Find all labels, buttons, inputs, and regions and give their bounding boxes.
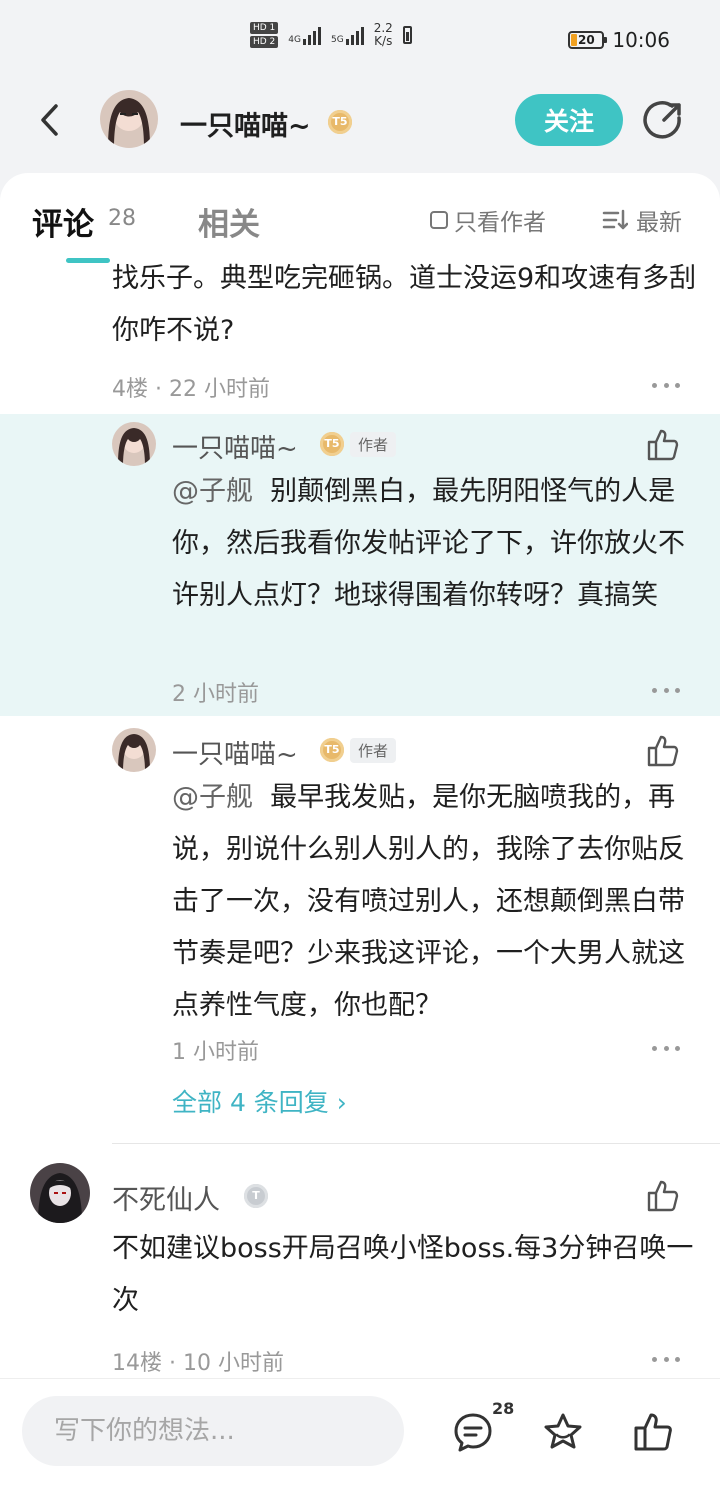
share-icon[interactable] (642, 100, 684, 142)
status-center: HD 1 HD 2 4G 5G 2.2 K/s (250, 22, 412, 48)
sort-icon (602, 209, 628, 230)
back-arrow-icon[interactable] (36, 102, 64, 138)
hd1-badge: HD 1 (250, 22, 279, 34)
follow-button[interactable]: 关注 (515, 94, 623, 146)
battery-level: 20 (578, 33, 595, 47)
reply-time: 1 小时前 (172, 1040, 259, 1065)
avatar[interactable] (100, 90, 158, 148)
checkbox-icon[interactable] (430, 211, 448, 229)
signal-5g: 5G (331, 25, 364, 45)
avatar[interactable] (112, 728, 156, 772)
reply-text: @子舰 别颠倒黑白，最先阴阳怪气的人是你，然后我看你发帖评论了下，许你放火不许别… (172, 466, 692, 622)
signal-bars-icon (303, 25, 321, 45)
author-tag: 作者 (350, 738, 397, 763)
level-badge-icon: T (244, 1184, 268, 1208)
comment-time: 22 小时前 (169, 377, 270, 402)
view-all-replies-link[interactable]: 全部 4 条回复 › (172, 1083, 347, 1119)
thumbs-up-icon[interactable] (632, 1411, 674, 1453)
sort-toggle[interactable]: 最新 (602, 203, 682, 237)
comment-meta: 14楼 · 10 小时前 (112, 1351, 284, 1376)
comment-count-badge: 28 (492, 1399, 515, 1418)
reply-body: 最早我发贴，是你无脑喷我的，再说，别说什么别人别人的，我除了去你贴反击了一次，没… (172, 782, 685, 1021)
reply-item: 一只喵喵~ T5 作者 @子舰 最早我发贴，是你无脑喷我的，再说，别说什么别人别… (0, 716, 720, 1076)
nav-bar: 一只喵喵~ T5 关注 (0, 88, 720, 152)
comment-time: 10 小时前 (183, 1351, 284, 1376)
clock: 10:06 (612, 28, 670, 52)
reply-text: @子舰 最早我发贴，是你无脑喷我的，再说，别说什么别人别人的，我除了去你贴反击了… (172, 772, 692, 1032)
like-icon[interactable] (646, 734, 680, 768)
status-right: 20 10:06 (568, 28, 670, 52)
tab-active-indicator (66, 258, 110, 263)
more-icon[interactable] (652, 688, 680, 694)
comments-sheet: 评论 28 相关 只看作者 最新 找乐子。典型吃完砸锅。道士没运9和攻速有多刮你… (0, 173, 720, 1378)
small-battery-icon (402, 26, 412, 44)
only-author-label: 只看作者 (454, 210, 546, 236)
hd2-badge: HD 2 (250, 36, 279, 48)
signal-4g: 4G (288, 25, 321, 45)
signal-bars-icon (345, 25, 364, 45)
status-bar: HD 1 HD 2 4G 5G 2.2 K/s 20 10:06 (0, 0, 720, 80)
speed-unit: K/s (374, 34, 393, 48)
net1-label: 4G (288, 35, 301, 45)
sort-label: 最新 (636, 210, 682, 236)
level-badge-icon: T5 (328, 110, 352, 134)
level-badge-icon: T5 (320, 738, 344, 762)
comment-meta: 4楼 · 22 小时前 (112, 377, 270, 402)
more-icon[interactable] (652, 1357, 680, 1363)
comment-text: 不如建议boss开局召唤小怪boss.每3分钟召唤一次 (112, 1233, 694, 1316)
comment-icon[interactable] (452, 1411, 494, 1453)
reply-author-name[interactable]: 一只喵喵~ (172, 428, 298, 465)
like-icon[interactable] (646, 428, 680, 462)
tab-related[interactable]: 相关 (198, 199, 260, 244)
net-speed: 2.2 K/s (374, 22, 393, 48)
avatar[interactable] (30, 1163, 90, 1223)
tab-comments-count: 28 (108, 206, 136, 231)
profile-name[interactable]: 一只喵喵~ (180, 104, 311, 143)
star-icon[interactable] (542, 1411, 584, 1453)
comment-input[interactable] (22, 1396, 404, 1466)
tab-bar: 评论 28 相关 只看作者 最新 (0, 173, 720, 263)
avatar[interactable] (112, 422, 156, 466)
net2-label: 5G (331, 35, 344, 45)
more-icon[interactable] (652, 1046, 680, 1052)
hd-indicators: HD 1 HD 2 (250, 22, 279, 48)
mention[interactable]: @子舰 (172, 782, 253, 813)
bottom-action-bar: 28 (0, 1378, 720, 1486)
floor-label: 14楼 (112, 1351, 162, 1376)
battery-icon: 20 (568, 31, 608, 49)
comment-author-name[interactable]: 不死仙人 (112, 1178, 220, 1217)
level-badge-icon: T5 (320, 432, 344, 456)
only-author-toggle[interactable]: 只看作者 (430, 203, 546, 237)
comment-text: 找乐子。典型吃完砸锅。道士没运9和攻速有多刮你咋不说? (112, 263, 697, 346)
reply-time: 2 小时前 (172, 682, 259, 707)
mention[interactable]: @子舰 (172, 476, 253, 507)
like-icon[interactable] (646, 1179, 680, 1213)
author-tag: 作者 (350, 432, 397, 457)
reply-author-name[interactable]: 一只喵喵~ (172, 734, 298, 771)
floor-label: 4楼 (112, 377, 148, 402)
more-icon[interactable] (652, 383, 680, 389)
reply-item: 一只喵喵~ T5 作者 @子舰 别颠倒黑白，最先阴阳怪气的人是你，然后我看你发帖… (0, 414, 720, 716)
divider (112, 1143, 720, 1144)
tab-comments[interactable]: 评论 (32, 199, 94, 244)
